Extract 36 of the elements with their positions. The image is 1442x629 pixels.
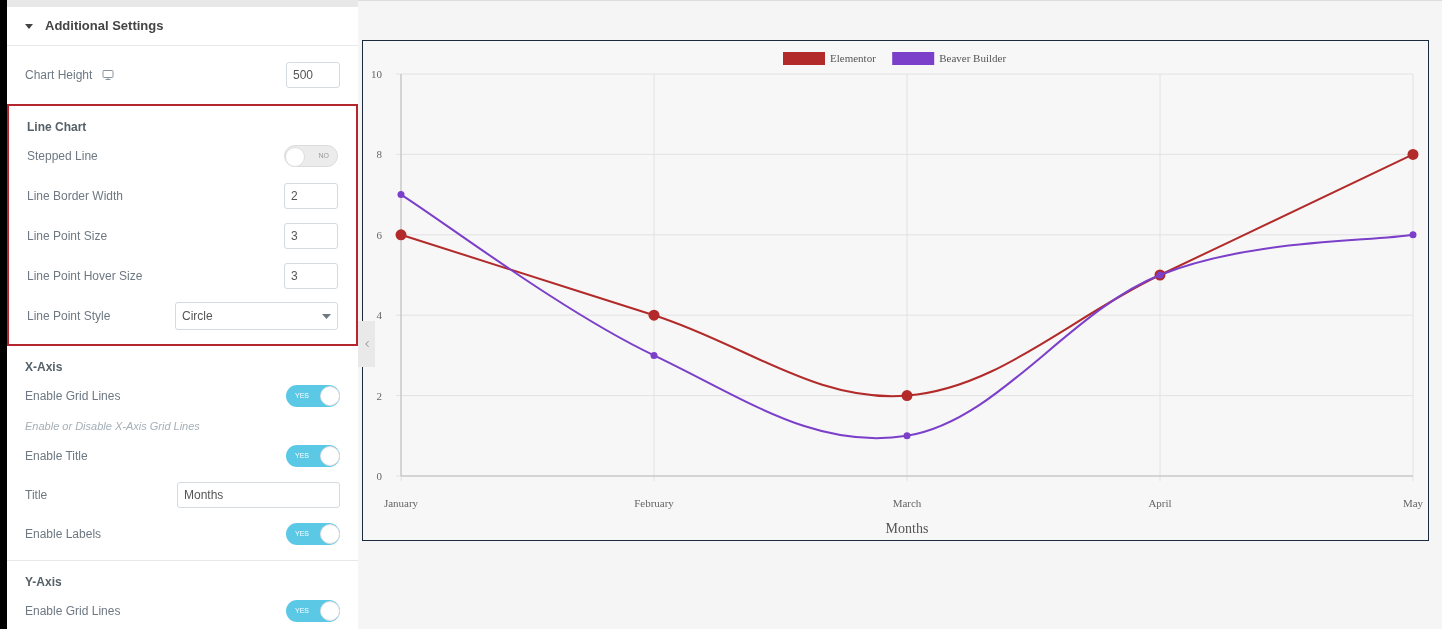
y-tick-label: 8: [376, 148, 382, 161]
text-field[interactable]: Months: [177, 482, 340, 508]
setting-label: Line Point Size: [27, 228, 108, 245]
setting-label: Line Point Style: [27, 308, 111, 325]
legend-label: Elementor: [830, 52, 876, 64]
setting-label: Line Border Width: [27, 188, 124, 205]
panel-title[interactable]: Additional Settings: [45, 16, 164, 36]
number-field[interactable]: 500: [286, 62, 340, 88]
y-tick-label: 2: [376, 389, 382, 402]
setting-label: Enable Grid Lines: [25, 388, 121, 405]
x-tick-label: April: [1148, 497, 1172, 509]
y-tick-label: 0: [376, 470, 382, 482]
legend-label: Beaver Builder: [939, 52, 1007, 64]
hint-text: Enable or Disable X-Axis Grid Lines: [25, 418, 200, 434]
y-tick-label: 4: [376, 309, 382, 322]
setting-label: Line Point Hover Size: [27, 268, 143, 285]
y-tick-label: 6: [376, 228, 382, 241]
number-field[interactable]: 3: [284, 223, 338, 249]
y-tick-label: 10: [371, 68, 382, 80]
setting-label: Enable Title: [25, 448, 88, 465]
x-axis-title: Months: [885, 521, 929, 536]
x-tick-label: March: [892, 497, 922, 509]
setting-label: Enable Labels: [25, 526, 102, 543]
section-title: Line Chart: [27, 119, 87, 136]
setting-label: Chart Height: [25, 67, 93, 84]
x-tick-label: February: [634, 497, 674, 509]
style-dropdown[interactable]: Circle: [175, 302, 338, 330]
setting-label: Title: [25, 487, 48, 504]
x-tick-label: January: [383, 497, 419, 509]
x-tick-label: May: [1402, 497, 1424, 509]
setting-label: Enable Grid Lines: [25, 603, 121, 620]
section-title: X-Axis: [25, 359, 63, 376]
number-field[interactable]: 2: [284, 183, 338, 209]
setting-label: Stepped Line: [27, 148, 98, 165]
section-title: Y-Axis: [25, 574, 62, 591]
number-field[interactable]: 3: [284, 263, 338, 289]
